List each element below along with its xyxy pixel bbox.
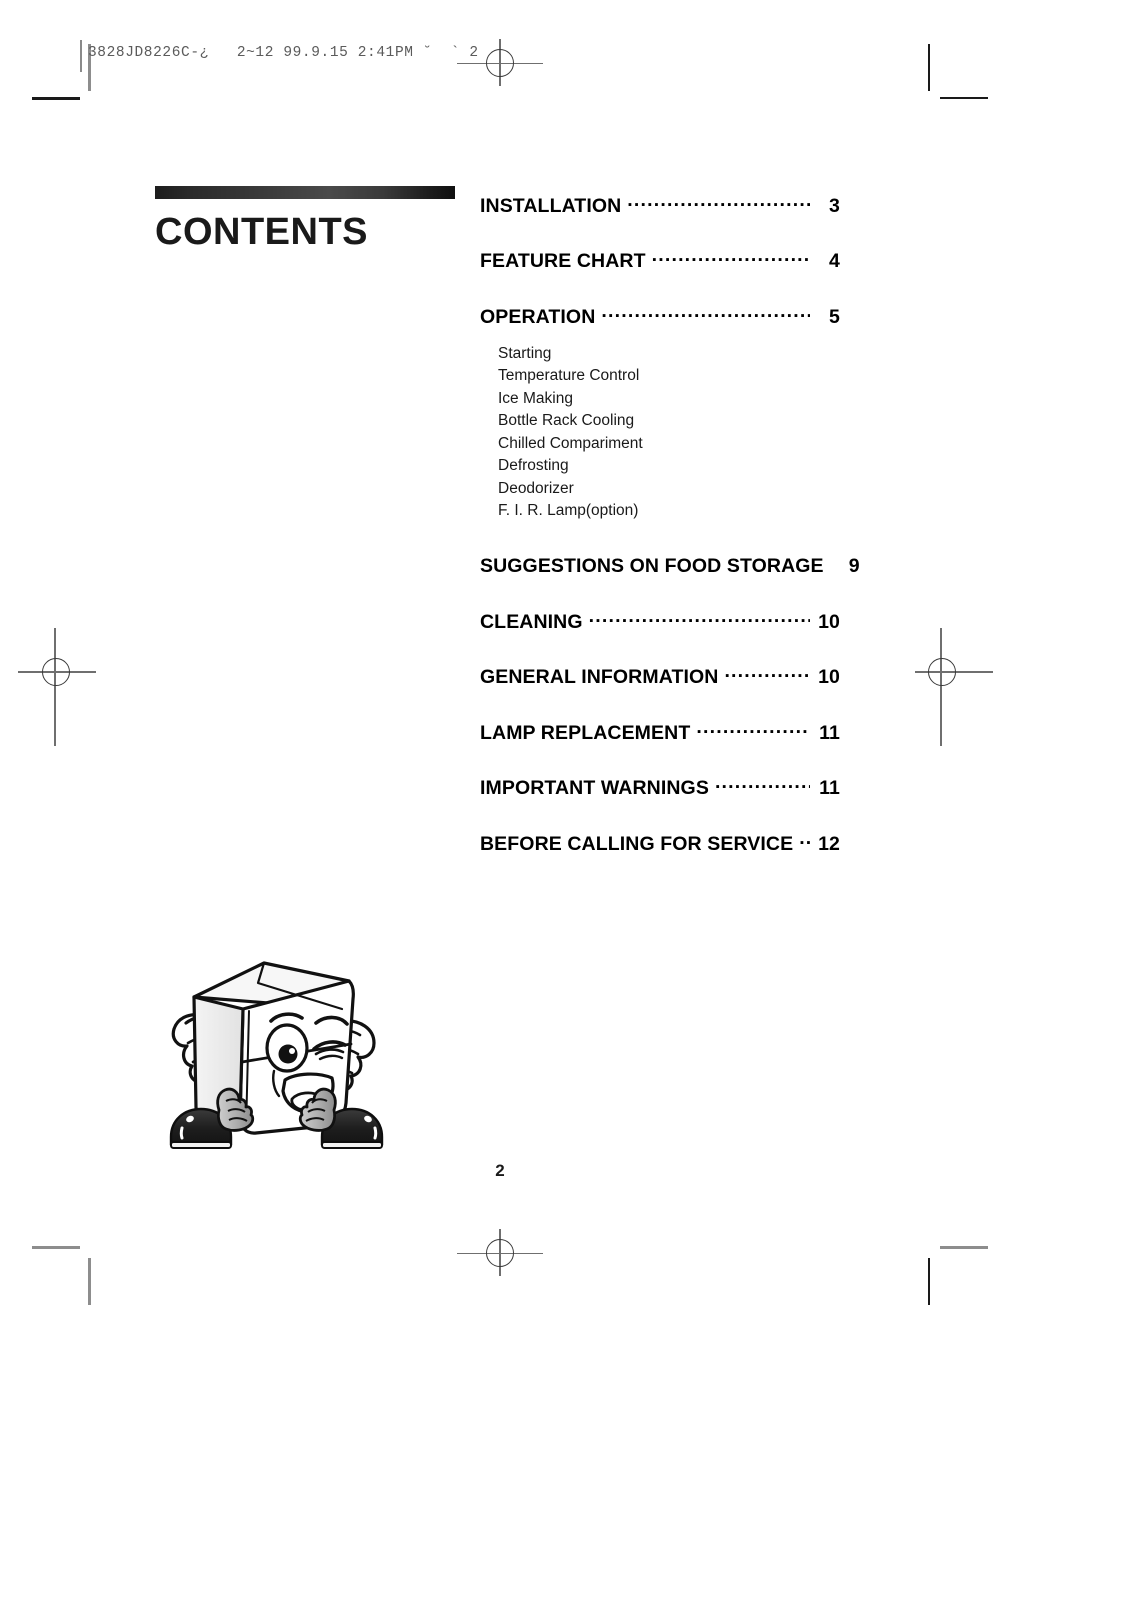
toc-page-number: 9 [848, 555, 860, 577]
page-number: 2 [495, 1161, 505, 1180]
toc-spacer [480, 578, 840, 608]
list-item[interactable]: Deodorizer [498, 478, 840, 501]
toc-entry-cleaning[interactable]: CLEANING 10 [480, 608, 840, 634]
toc-label: LAMP REPLACEMENT [480, 721, 691, 744]
registration-mark-right [903, 600, 993, 746]
contents-title-block: CONTENTS [155, 186, 455, 251]
registration-mark-bottom [455, 1215, 545, 1305]
table-of-contents: INSTALLATION 3 FEATURE CHART 4 OPERATION… [480, 192, 860, 856]
toc-spacer [480, 745, 840, 775]
header-divider-rule [80, 40, 82, 72]
toc-entry-important-warnings[interactable]: IMPORTANT WARNINGS 11 [480, 775, 840, 801]
toc-page-number: 3 [829, 194, 840, 217]
page-title: CONTENTS [155, 211, 368, 253]
toc-label: OPERATION [480, 305, 596, 328]
registration-mark-left [18, 600, 108, 746]
list-item[interactable]: Ice Making [498, 388, 840, 411]
toc-dot-leader [627, 192, 810, 212]
list-item[interactable]: Defrosting [498, 455, 840, 478]
list-item[interactable]: Starting [498, 343, 840, 366]
toc-entry-feature-chart[interactable]: FEATURE CHART 4 [480, 248, 840, 274]
title-gradient-bar [155, 186, 455, 199]
toc-label: BEFORE CALLING FOR SERVICE [480, 832, 794, 855]
toc-label: INSTALLATION [480, 194, 622, 217]
list-item[interactable]: Chilled Compariment [498, 433, 840, 456]
crop-mark-bottom-right-vertical [928, 1258, 931, 1305]
toc-dot-leader [589, 608, 810, 628]
toc-spacer [480, 523, 840, 553]
toc-page-number: 11 [819, 777, 840, 799]
toc-page-number: 11 [819, 721, 840, 744]
toc-entry-lamp-replacement[interactable]: LAMP REPLACEMENT 11 [480, 719, 840, 745]
toc-entry-before-calling-for-service[interactable]: BEFORE CALLING FOR SERVICE 12 [480, 830, 840, 856]
toc-label: FEATURE CHART [480, 250, 646, 272]
crop-mark-top-right-vertical [928, 44, 931, 91]
toc-entry-general-information[interactable]: GENERAL INFORMATION 10 [480, 664, 840, 690]
list-item[interactable]: Temperature Control [498, 365, 840, 388]
crop-mark-bottom-left-vertical [88, 1258, 91, 1305]
toc-page-number: 12 [818, 832, 840, 855]
toc-page-number: 10 [818, 666, 840, 688]
crop-mark-bottom-right-horizontal [940, 1246, 988, 1249]
list-item[interactable]: Bottle Rack Cooling [498, 410, 840, 433]
list-item[interactable]: F. I. R. Lamp(option) [498, 500, 840, 523]
toc-dot-leader [652, 248, 810, 268]
header-print-code: 3828JD8226C-¿ 2~12 99.9.15 2:41PM ˘ ` 2 [88, 45, 479, 61]
contents-page: 3828JD8226C-¿ 2~12 99.9.15 2:41PM ˘ ` 2 … [0, 0, 1131, 1600]
toc-entry-operation[interactable]: OPERATION 5 [480, 303, 840, 329]
toc-dot-leader [696, 719, 810, 739]
operation-subitem-list: Starting Temperature Control Ice Making … [480, 343, 840, 523]
toc-spacer [480, 689, 840, 719]
toc-entry-suggestions-on-food-storage[interactable]: SUGGESTIONS ON FOOD STORAGE 9 [480, 553, 860, 579]
toc-page-number: 10 [818, 610, 840, 633]
toc-label: GENERAL INFORMATION [480, 666, 719, 688]
toc-dot-leader [724, 664, 810, 684]
toc-page-number: 4 [829, 250, 840, 272]
crop-mark-top-right-horizontal [940, 97, 988, 100]
toc-entry-installation[interactable]: INSTALLATION 3 [480, 192, 840, 218]
toc-spacer [480, 634, 840, 664]
toc-dot-leader [601, 303, 810, 323]
refrigerator-mascot-illustration [146, 925, 408, 1155]
toc-spacer [480, 800, 840, 830]
toc-label: SUGGESTIONS ON FOOD STORAGE [480, 555, 824, 577]
toc-spacer [480, 273, 840, 303]
toc-label: IMPORTANT WARNINGS [480, 777, 709, 799]
toc-spacer [480, 218, 840, 248]
toc-label: CLEANING [480, 610, 583, 633]
crop-mark-top-left-horizontal [32, 97, 80, 100]
toc-dot-leader [799, 830, 810, 850]
crop-mark-bottom-left-horizontal [32, 1246, 80, 1249]
toc-dot-leader [715, 775, 810, 795]
toc-page-number: 5 [829, 305, 840, 328]
registration-mark-top [455, 25, 545, 115]
